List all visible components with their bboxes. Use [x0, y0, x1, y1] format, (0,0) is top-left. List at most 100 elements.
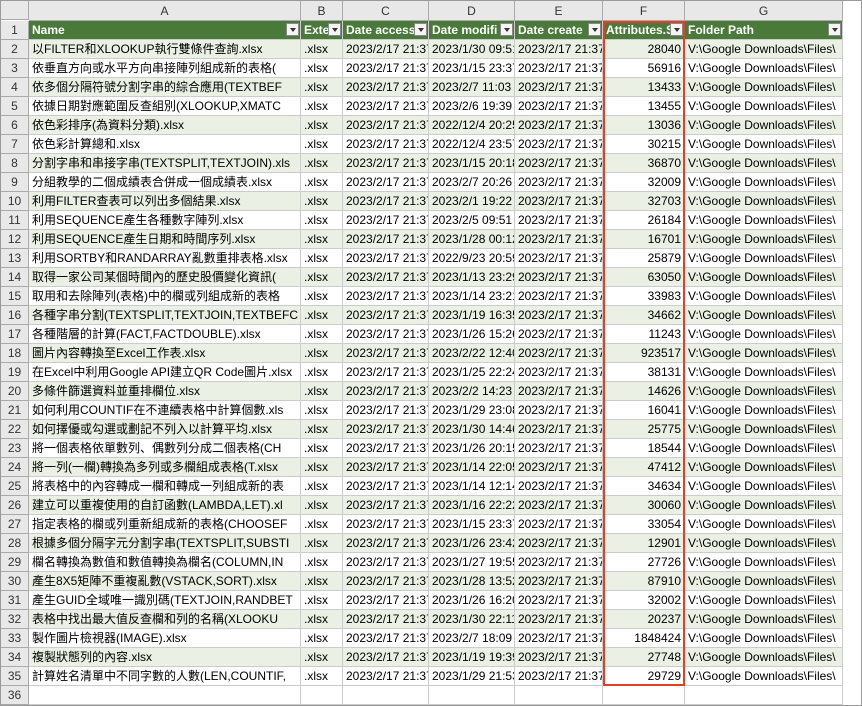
cell-D-30[interactable]: 2023/1/28 13:52	[429, 572, 515, 591]
cell-D-26[interactable]: 2023/1/16 22:22	[429, 496, 515, 515]
cell-B-19[interactable]: .xlsx	[301, 363, 343, 382]
cell-E-8[interactable]: 2023/2/17 21:37	[515, 154, 603, 173]
cell-E-20[interactable]: 2023/2/17 21:37	[515, 382, 603, 401]
row-header-10[interactable]: 10	[1, 192, 29, 211]
cell-D-34[interactable]: 2023/1/19 19:39	[429, 648, 515, 667]
cell-F-7[interactable]: 30215	[603, 135, 685, 154]
cell-G-32[interactable]: V:\Google Downloads\Files\	[685, 610, 843, 629]
cell-B-5[interactable]: .xlsx	[301, 97, 343, 116]
cell-E-10[interactable]: 2023/2/17 21:37	[515, 192, 603, 211]
cell-C-21[interactable]: 2023/2/17 21:37	[343, 401, 429, 420]
cell-B-28[interactable]: .xlsx	[301, 534, 343, 553]
row-header-15[interactable]: 15	[1, 287, 29, 306]
cell-F-11[interactable]: 26184	[603, 211, 685, 230]
cell-A-11[interactable]: 利用SEQUENCE產生各種數字陣列.xlsx	[29, 211, 301, 230]
row-header-25[interactable]: 25	[1, 477, 29, 496]
cell-B-4[interactable]: .xlsx	[301, 78, 343, 97]
cell-C-17[interactable]: 2023/2/17 21:37	[343, 325, 429, 344]
cell-A-21[interactable]: 如何利用COUNTIF在不連續表格中計算個數.xls	[29, 401, 301, 420]
cell-B-29[interactable]: .xlsx	[301, 553, 343, 572]
cell-E-35[interactable]: 2023/2/17 21:37	[515, 667, 603, 686]
cell-D-35[interactable]: 2023/1/29 21:53	[429, 667, 515, 686]
cell-E-24[interactable]: 2023/2/17 21:37	[515, 458, 603, 477]
cell-E-23[interactable]: 2023/2/17 21:37	[515, 439, 603, 458]
cell-F-12[interactable]: 16701	[603, 230, 685, 249]
cell-B-30[interactable]: .xlsx	[301, 572, 343, 591]
cell-C-24[interactable]: 2023/2/17 21:37	[343, 458, 429, 477]
cell-D-27[interactable]: 2023/1/15 23:37	[429, 515, 515, 534]
cell-A-20[interactable]: 多條件篩選資料並重排欄位.xlsx	[29, 382, 301, 401]
cell-C-3[interactable]: 2023/2/17 21:37	[343, 59, 429, 78]
cell-E-32[interactable]: 2023/2/17 21:37	[515, 610, 603, 629]
cell-A-9[interactable]: 分組教學的二個成績表合併成一個成績表.xlsx	[29, 173, 301, 192]
cell-C-35[interactable]: 2023/2/17 21:37	[343, 667, 429, 686]
cell-A-25[interactable]: 將表格中的內容轉成一欄和轉成一列組成新的表	[29, 477, 301, 496]
cell-C-31[interactable]: 2023/2/17 21:37	[343, 591, 429, 610]
cell-F-29[interactable]: 27726	[603, 553, 685, 572]
cell-D-19[interactable]: 2023/1/25 22:24	[429, 363, 515, 382]
cell-B-16[interactable]: .xlsx	[301, 306, 343, 325]
table-header-a[interactable]: Name	[29, 21, 301, 40]
cell-G-31[interactable]: V:\Google Downloads\Files\	[685, 591, 843, 610]
cell-B-34[interactable]: .xlsx	[301, 648, 343, 667]
cell-A-33[interactable]: 製作圖片檢視器(IMAGE).xlsx	[29, 629, 301, 648]
cell-F-16[interactable]: 34662	[603, 306, 685, 325]
cell-D-20[interactable]: 2023/2/2 14:23	[429, 382, 515, 401]
col-header-G[interactable]: G	[685, 1, 843, 21]
cell-F-10[interactable]: 32703	[603, 192, 685, 211]
cell-E-26[interactable]: 2023/2/17 21:37	[515, 496, 603, 515]
cell-D-16[interactable]: 2023/1/19 16:35	[429, 306, 515, 325]
cell-G-36[interactable]	[685, 686, 843, 705]
cell-G-11[interactable]: V:\Google Downloads\Files\	[685, 211, 843, 230]
cell-F-24[interactable]: 47412	[603, 458, 685, 477]
row-header-6[interactable]: 6	[1, 116, 29, 135]
cell-F-25[interactable]: 34634	[603, 477, 685, 496]
cell-A-19[interactable]: 在Excel中利用Google API建立QR Code圖片.xlsx	[29, 363, 301, 382]
cell-G-7[interactable]: V:\Google Downloads\Files\	[685, 135, 843, 154]
cell-D-29[interactable]: 2023/1/27 19:55	[429, 553, 515, 572]
row-header-17[interactable]: 17	[1, 325, 29, 344]
row-header-16[interactable]: 16	[1, 306, 29, 325]
cell-E-9[interactable]: 2023/2/17 21:37	[515, 173, 603, 192]
cell-B-32[interactable]: .xlsx	[301, 610, 343, 629]
cell-B-20[interactable]: .xlsx	[301, 382, 343, 401]
cell-E-7[interactable]: 2023/2/17 21:37	[515, 135, 603, 154]
cell-D-18[interactable]: 2023/2/22 12:40	[429, 344, 515, 363]
cell-G-24[interactable]: V:\Google Downloads\Files\	[685, 458, 843, 477]
cell-B-3[interactable]: .xlsx	[301, 59, 343, 78]
cell-F-9[interactable]: 32009	[603, 173, 685, 192]
cell-C-28[interactable]: 2023/2/17 21:37	[343, 534, 429, 553]
cell-G-22[interactable]: V:\Google Downloads\Files\	[685, 420, 843, 439]
row-header-28[interactable]: 28	[1, 534, 29, 553]
cell-F-19[interactable]: 38131	[603, 363, 685, 382]
cell-C-7[interactable]: 2023/2/17 21:37	[343, 135, 429, 154]
cell-B-27[interactable]: .xlsx	[301, 515, 343, 534]
row-header-36[interactable]: 36	[1, 686, 29, 705]
cell-F-15[interactable]: 33983	[603, 287, 685, 306]
cell-C-20[interactable]: 2023/2/17 21:37	[343, 382, 429, 401]
cell-C-16[interactable]: 2023/2/17 21:37	[343, 306, 429, 325]
cell-F-6[interactable]: 13036	[603, 116, 685, 135]
cell-B-8[interactable]: .xlsx	[301, 154, 343, 173]
cell-A-27[interactable]: 指定表格的欄或列重新組成新的表格(CHOOSEF	[29, 515, 301, 534]
table-header-g[interactable]: Folder Path	[685, 21, 843, 40]
cell-F-26[interactable]: 30060	[603, 496, 685, 515]
cell-F-22[interactable]: 25775	[603, 420, 685, 439]
cell-A-36[interactable]	[29, 686, 301, 705]
cell-B-6[interactable]: .xlsx	[301, 116, 343, 135]
cell-A-2[interactable]: 以FILTER和XLOOKUP執行雙條件查詢.xlsx	[29, 40, 301, 59]
cell-A-16[interactable]: 各種字串分割(TEXTSPLIT,TEXTJOIN,TEXTBEFC	[29, 306, 301, 325]
row-header-11[interactable]: 11	[1, 211, 29, 230]
cell-B-9[interactable]: .xlsx	[301, 173, 343, 192]
table-header-e[interactable]: Date create	[515, 21, 603, 40]
cell-F-31[interactable]: 32002	[603, 591, 685, 610]
cell-G-23[interactable]: V:\Google Downloads\Files\	[685, 439, 843, 458]
cell-C-32[interactable]: 2023/2/17 21:37	[343, 610, 429, 629]
row-header-5[interactable]: 5	[1, 97, 29, 116]
cell-B-13[interactable]: .xlsx	[301, 249, 343, 268]
cell-A-26[interactable]: 建立可以重複使用的自訂函數(LAMBDA,LET).xl	[29, 496, 301, 515]
filter-dropdown-icon[interactable]	[286, 23, 299, 36]
cell-G-25[interactable]: V:\Google Downloads\Files\	[685, 477, 843, 496]
cell-B-17[interactable]: .xlsx	[301, 325, 343, 344]
col-header-B[interactable]: B	[301, 1, 343, 21]
